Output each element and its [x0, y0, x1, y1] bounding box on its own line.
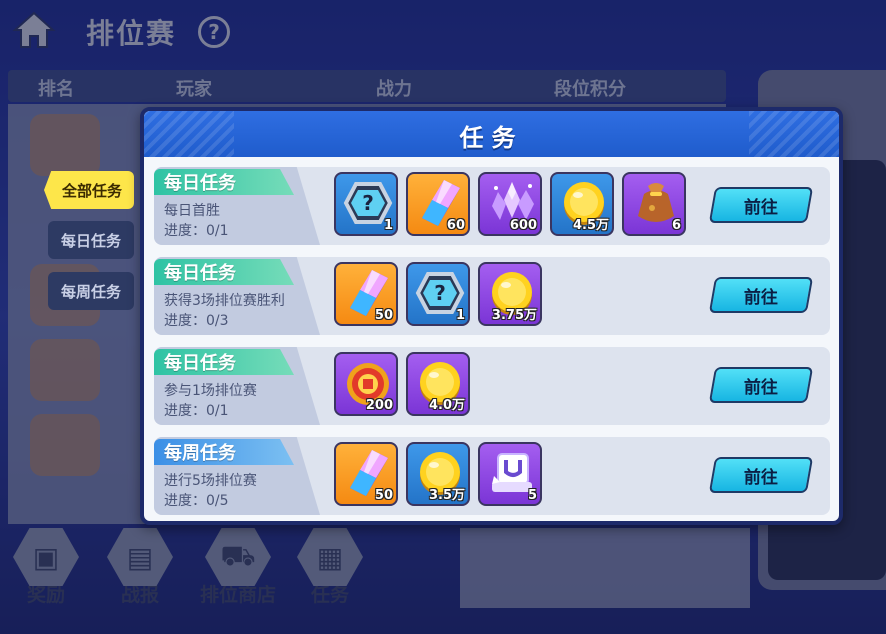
reward-quantity: 6	[671, 218, 681, 233]
reward-item[interactable]: 5	[478, 442, 542, 506]
task-row: 每日任务 获得3场排位赛胜利 进度：0/3 50? 1 3.75万 前往	[154, 257, 830, 335]
go-button-label: 前往	[744, 377, 778, 398]
reward-item[interactable]: 4.0万	[406, 352, 470, 416]
reward-quantity: 4.0万	[428, 398, 465, 413]
reward-quantity: 50	[374, 488, 393, 503]
reward-item[interactable]: 4.5万	[550, 172, 614, 236]
task-type-label: 每日任务	[154, 349, 294, 375]
reward-quantity: 1	[383, 218, 393, 233]
reward-quantity: 4.5万	[572, 218, 609, 233]
task-name: 参与1场排位赛	[164, 383, 257, 399]
reward-quantity: 60	[446, 218, 465, 233]
reward-item[interactable]: 50	[334, 262, 398, 326]
svg-text:?: ?	[434, 281, 446, 305]
reward-quantity: 200	[365, 398, 393, 413]
reward-item[interactable]: 60	[406, 172, 470, 236]
go-button[interactable]: 前往	[708, 367, 814, 403]
task-row: 每日任务参与1场排位赛 进度：0/1 200 4.0万 前往	[154, 347, 830, 425]
go-button[interactable]: 前往	[708, 457, 814, 493]
go-button-label: 前往	[744, 467, 778, 488]
reward-item[interactable]: 200	[334, 352, 398, 416]
reward-item[interactable]: 6	[622, 172, 686, 236]
task-type-label: 每日任务	[154, 169, 294, 195]
task-progress: 进度：0/1	[164, 403, 229, 419]
task-progress: 进度：0/5	[164, 493, 229, 509]
svg-text:?: ?	[362, 191, 374, 215]
task-type-label: 每日任务	[154, 259, 294, 285]
reward-quantity: 50	[374, 308, 393, 323]
reward-quantity: 3.5万	[428, 488, 465, 503]
task-row: 每周任务进行5场排位赛 进度：0/5 50 3.5万 5 前往	[154, 437, 830, 515]
task-row: 每日任务 每日首胜 进度：0/1? 1 60 600 4.5万 6 前往	[154, 167, 830, 245]
go-button-label: 前往	[744, 197, 778, 218]
task-type-label: 每周任务	[154, 439, 294, 465]
reward-quantity: 1	[455, 308, 465, 323]
reward-item[interactable]: 50	[334, 442, 398, 506]
task-progress: 进度：0/3	[164, 313, 229, 329]
go-button-label: 前往	[744, 287, 778, 308]
tab-all-tasks[interactable]: 全部任务	[44, 171, 134, 209]
go-button[interactable]: 前往	[708, 277, 814, 313]
reward-quantity: 600	[509, 218, 537, 233]
task-name: 进行5场排位赛	[164, 473, 257, 489]
reward-item[interactable]: ? 1	[406, 262, 470, 326]
task-modal: 任务 每日任务 每日首胜 进度：0/1? 1 60 600 4.5万 6 前往 每日任务 获得3场排…	[140, 107, 843, 525]
reward-item[interactable]: 3.5万	[406, 442, 470, 506]
reward-item[interactable]: 3.75万	[478, 262, 542, 326]
modal-title: 任务	[459, 124, 524, 152]
reward-item[interactable]: ? 1	[334, 172, 398, 236]
reward-quantity: 5	[527, 488, 537, 503]
task-progress: 进度：0/1	[164, 223, 229, 239]
task-name: 获得3场排位赛胜利	[164, 293, 285, 309]
modal-header: 任务	[144, 111, 839, 157]
tab-weekly-tasks[interactable]: 每周任务	[48, 272, 134, 310]
task-name: 每日首胜	[164, 203, 220, 219]
tab-daily-tasks[interactable]: 每日任务	[48, 221, 134, 259]
go-button[interactable]: 前往	[708, 187, 814, 223]
reward-item[interactable]: 600	[478, 172, 542, 236]
reward-quantity: 3.75万	[491, 308, 537, 323]
